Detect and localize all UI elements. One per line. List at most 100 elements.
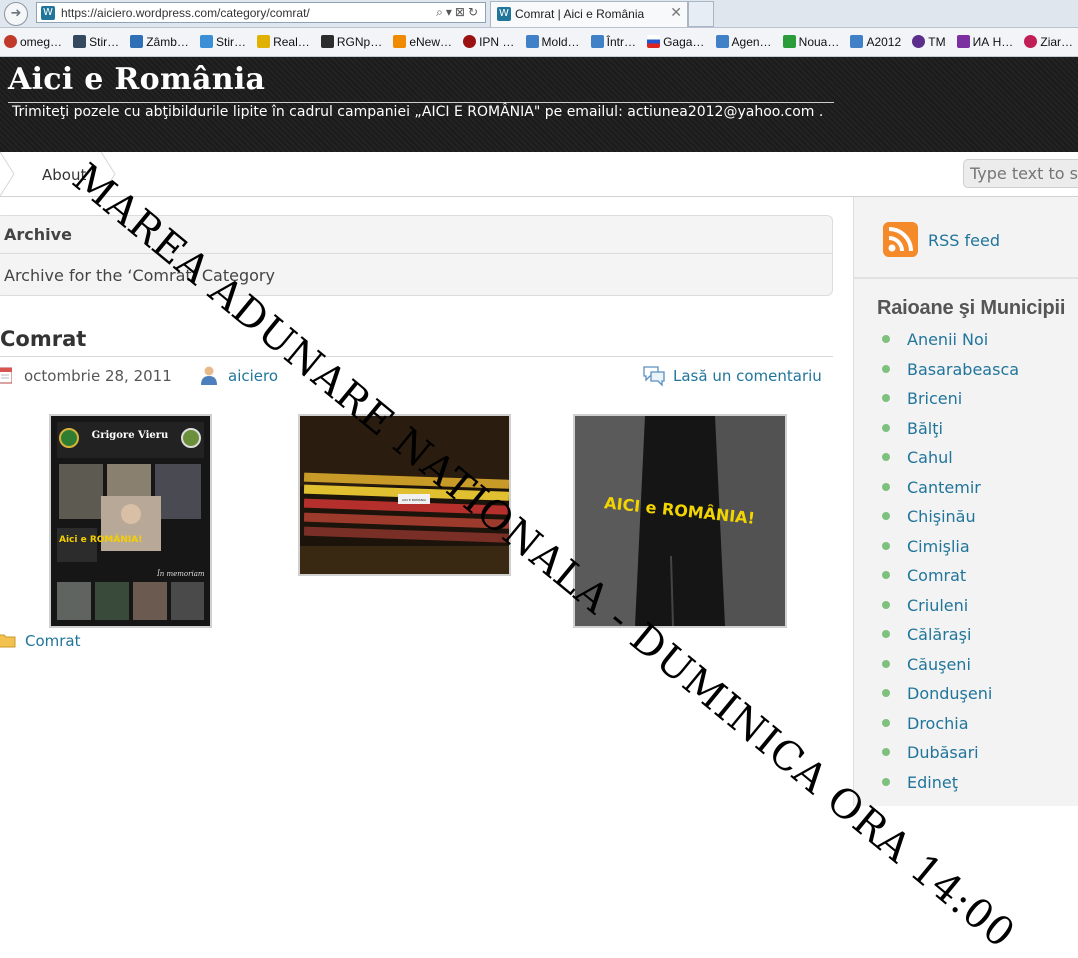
district-label: Donduşeni [907,684,993,703]
bookmark-item[interactable]: Gaga… [647,28,704,56]
district-item[interactable]: Chişinău [882,502,1019,532]
bookmark-item[interactable]: Zâmb… [130,28,189,56]
info-icon [463,35,477,48]
district-label: Anenii Noi [907,330,989,349]
gallery-image-bench[interactable]: AICI E ROMÂNIA [298,414,511,576]
browser-toolbar: ➜ W https://aiciero.wordpress.com/catego… [0,0,1078,28]
bookmark-item[interactable]: Stir… [200,28,246,56]
forward-arrow-icon[interactable]: ➜ [4,2,28,26]
bookmark-label: omeg… [20,35,63,49]
bookmark-label: RGNp… [336,35,383,49]
archive-description: Archive for the ‘Comrat’ Category [4,266,275,285]
tab-close-icon[interactable]: ✕ [670,5,682,21]
bookmark-item[interactable]: A2012 [850,28,901,56]
district-label: Drochia [907,713,969,733]
bookmark-item[interactable]: Agen… [715,28,772,56]
eu-icon [130,35,144,48]
bookmark-item[interactable]: Într… [590,28,636,56]
post-category-link[interactable]: Comrat [25,632,81,650]
rss-feed-link[interactable]: RSS feed [928,231,1000,250]
bookmark-label: Ziar… [1040,35,1074,49]
bookmark-item[interactable]: omeg… [4,28,62,56]
nt-icon [956,35,970,48]
tm-icon [912,35,926,48]
wordpress-favicon-icon: W [41,6,55,20]
browser-tab-active[interactable]: W Comrat | Aici e România ✕ [490,1,688,27]
bookmark-item[interactable]: Noua… [782,28,840,56]
post-title[interactable]: Comrat [0,327,86,351]
leave-comment-link[interactable]: Lasă un comentariu [673,367,822,385]
rss-icon[interactable] [883,222,918,257]
district-item[interactable]: Basarabeasca [882,355,1019,385]
bookmark-item[interactable]: RGNp… [320,28,383,56]
bookmark-label: Gaga… [663,35,705,49]
e-icon [393,35,407,48]
x-icon [782,35,796,48]
poster-slogan: Aici e ROMÂNIA! [59,533,142,545]
district-label: Criuleni [907,595,969,615]
omega-icon [4,35,17,48]
district-label: Cahul [907,448,953,467]
post-author-link[interactable]: aiciero [228,367,278,385]
district-item[interactable]: Comrat [882,561,1019,591]
bookmark-item[interactable]: IPN … [463,28,514,56]
district-item[interactable]: Cahul [882,443,1019,473]
district-item[interactable]: Călăraşi [882,620,1019,650]
district-label: Bălţi [907,418,943,438]
district-item[interactable]: Anenii Noi [882,325,1019,355]
bookmark-label: Agen… [731,35,772,49]
bookmark-label: Mold… [541,35,580,49]
site-title[interactable]: Aici e România [8,62,265,97]
bookmark-item[interactable]: ИА Н… [956,28,1013,56]
district-item[interactable]: Edineţ [882,768,1019,798]
district-item[interactable]: Dubăsari [882,738,1019,768]
post-date: octombrie 28, 2011 [24,367,172,385]
district-item[interactable]: Briceni [882,384,1019,414]
district-label: Dubăsari [907,743,979,762]
address-bar-tools-icon[interactable]: ⌕▾⊠↻ [436,5,481,20]
ie-icon [525,35,539,48]
district-item[interactable]: Bălţi [882,414,1019,444]
bookmark-item[interactable]: Stir… [73,28,119,56]
bookmark-label: A2012 [866,35,902,49]
bullet-icon [882,512,890,520]
bookmark-label: Noua… [798,35,840,49]
bullet-icon [882,364,890,373]
search-input[interactable] [963,159,1078,188]
archive-header-box: Archive Archive for the ‘Comrat’ Categor… [0,215,833,296]
nav-item-about[interactable]: About [42,166,86,184]
bookmark-item[interactable]: Real… [257,28,310,56]
gallery-image-pole[interactable]: AICI e ROMÂNIA! [573,414,787,628]
bullet-icon [882,423,890,432]
wordpress-tab-icon: W [497,7,511,21]
nav-separator-icon [101,152,116,196]
site-description: Trimiteţi pozele cu abţibildurile lipite… [12,104,824,120]
district-item[interactable]: Criuleni [882,591,1019,621]
bullet-icon [882,748,890,756]
address-url[interactable]: https://aiciero.wordpress.com/category/c… [61,6,310,20]
district-label: Briceni [907,389,963,408]
calendar-icon [0,367,12,384]
bookmark-item[interactable]: TM [912,28,946,56]
district-item[interactable]: Drochia [882,709,1019,739]
bookmark-item[interactable]: Mold… [525,28,580,56]
bullet-icon [882,600,890,609]
gallery-image-poster[interactable]: Grigore Vieru Aici e ROMÂNIA! În memoria… [49,414,212,628]
bullet-icon [882,689,890,697]
nav-separator-icon [0,152,15,196]
new-tab-button[interactable] [688,1,714,27]
ie-icon [590,35,604,48]
bookmark-item[interactable]: eNew… [393,28,452,56]
header-divider [8,102,834,103]
pole-photo: AICI e ROMÂNIA! [575,416,785,626]
district-list: Anenii Noi Basarabeasca Briceni Bălţi Ca… [882,325,1019,797]
bookmark-label: Stir… [216,35,246,49]
district-item[interactable]: Căuşeni [882,650,1019,680]
address-bar[interactable]: W https://aiciero.wordpress.com/category… [36,2,486,23]
district-item[interactable]: Donduşeni [882,679,1019,709]
district-label: Căuşeni [907,654,971,674]
district-item[interactable]: Cantemir [882,473,1019,503]
district-item[interactable]: Cimişlia [882,532,1019,562]
folder-icon [0,634,16,648]
bookmark-item[interactable]: Ziar… [1024,28,1073,56]
